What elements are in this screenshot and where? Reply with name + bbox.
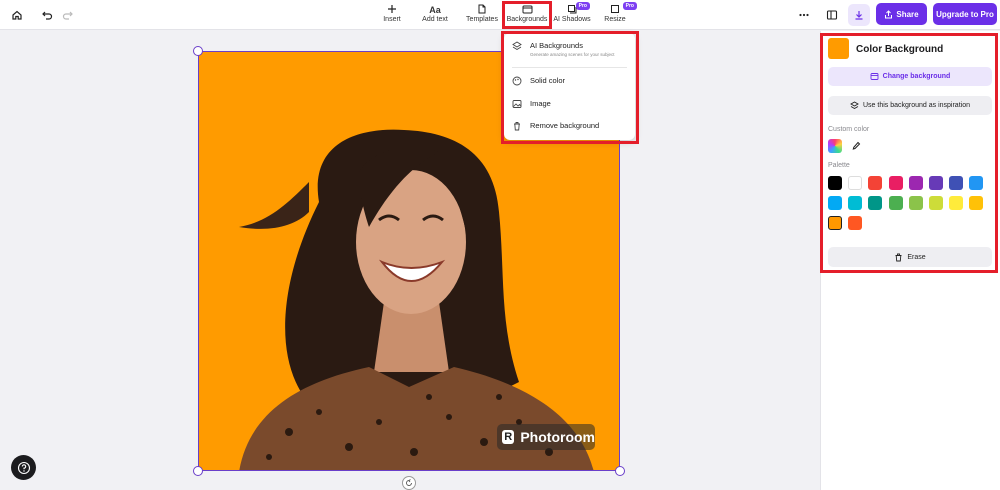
add-text-label: Add text [422,16,448,23]
watermark-text: Photoroom [520,429,595,445]
pro-badge: Pro [575,2,590,10]
undo-icon[interactable] [36,4,58,26]
palette-swatch[interactable] [848,176,863,190]
add-text-button[interactable]: Aa Add text [420,2,450,26]
resize-icon [611,5,619,13]
upgrade-button[interactable]: Upgrade to Pro [933,3,997,25]
palette-swatch[interactable] [949,196,964,210]
help-icon [17,461,30,474]
insert-button[interactable]: Insert [378,2,406,26]
palette-swatch[interactable] [848,216,863,230]
palette-swatch[interactable] [908,196,923,210]
palette-swatch[interactable] [949,176,964,190]
plus-icon [388,5,396,13]
resize-handle-bottom-right[interactable] [615,466,625,476]
upgrade-label: Upgrade to Pro [936,9,994,19]
palette-swatch[interactable] [828,196,842,210]
palette-swatch[interactable] [868,196,883,210]
templates-label: Templates [466,16,498,23]
palette-swatch[interactable] [929,176,943,190]
text-icon: Aa [429,5,441,15]
share-icon [885,9,893,18]
help-button[interactable] [11,455,36,480]
palette-swatch[interactable] [888,196,903,210]
top-toolbar: Insert Aa Add text Templates Backgrounds… [0,0,1000,30]
panel-toggle-icon[interactable] [821,4,843,26]
palette-swatch[interactable] [929,196,943,210]
ai-shadows-label: AI Shadows [553,16,591,23]
home-icon[interactable] [6,4,28,26]
share-button[interactable]: Share [876,3,927,25]
more-options-icon[interactable] [793,4,815,26]
resize-button[interactable]: Resize Pro [602,2,637,26]
pro-badge: Pro [622,2,637,10]
palette-swatch[interactable] [848,196,863,210]
resize-handle-top-left[interactable] [193,46,203,56]
ai-shadows-button[interactable]: AI Shadows Pro [553,2,591,26]
photoroom-logo-icon: R [502,430,515,444]
template-icon [478,4,486,14]
rotate-icon [406,479,412,486]
palette-swatch[interactable] [888,176,903,190]
backgrounds-highlight [502,1,552,29]
share-label: Share [896,9,919,19]
resize-label: Resize [604,16,626,23]
palette-swatch[interactable] [828,176,842,190]
palette-swatch[interactable] [969,196,984,210]
palette-swatch[interactable] [969,176,984,190]
resize-handle-bottom-left[interactable] [193,466,203,476]
dropdown-highlight [501,31,639,144]
download-icon[interactable] [848,4,870,26]
watermark: R Photoroom [497,424,595,450]
palette-swatch[interactable] [828,216,842,230]
rotate-handle[interactable] [402,476,416,490]
palette-swatch[interactable] [908,176,923,190]
templates-button[interactable]: Templates [465,2,499,26]
panel-highlight [820,33,998,273]
insert-label: Insert [383,16,401,23]
palette-swatch[interactable] [868,176,883,190]
redo-icon[interactable] [57,4,79,26]
